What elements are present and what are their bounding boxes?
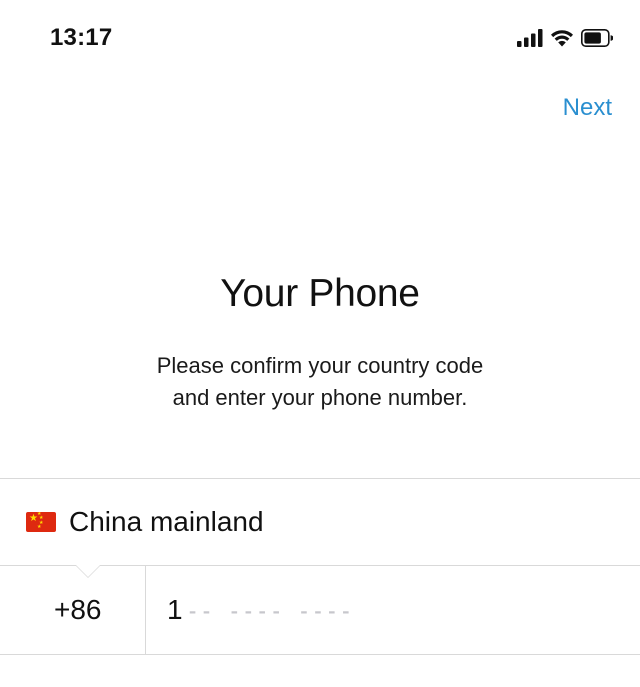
cellular-signal-icon — [517, 29, 543, 47]
phone-number-placeholder: -- ---- ---- — [186, 594, 354, 627]
phone-bottom-divider — [0, 654, 640, 655]
instructions-text: Please confirm your country code and ent… — [0, 350, 640, 414]
status-icons — [517, 27, 613, 49]
country-code-value: +86 — [54, 594, 102, 625]
country-selector[interactable]: ★ ★ ★ ★ ★ China mainland — [0, 478, 640, 566]
status-time: 13:17 — [50, 24, 113, 51]
status-bar: 13:17 — [0, 0, 640, 80]
page-title: Your Phone — [220, 272, 420, 315]
next-button[interactable]: Next — [563, 94, 612, 122]
phone-number-value: 1 — [167, 594, 183, 625]
wifi-icon — [550, 29, 574, 47]
instructions-line-2: and enter your phone number. — [172, 385, 468, 410]
selector-caret — [76, 565, 100, 577]
instructions-line-1: Please confirm your country code — [156, 353, 484, 378]
phone-number-input[interactable]: 1 -- ---- ---- — [146, 566, 640, 654]
country-code-field[interactable]: +86 — [0, 566, 145, 654]
country-name: China mainland — [69, 506, 264, 537]
battery-icon — [581, 29, 613, 47]
china-flag-icon: ★ ★ ★ ★ ★ — [26, 512, 56, 532]
